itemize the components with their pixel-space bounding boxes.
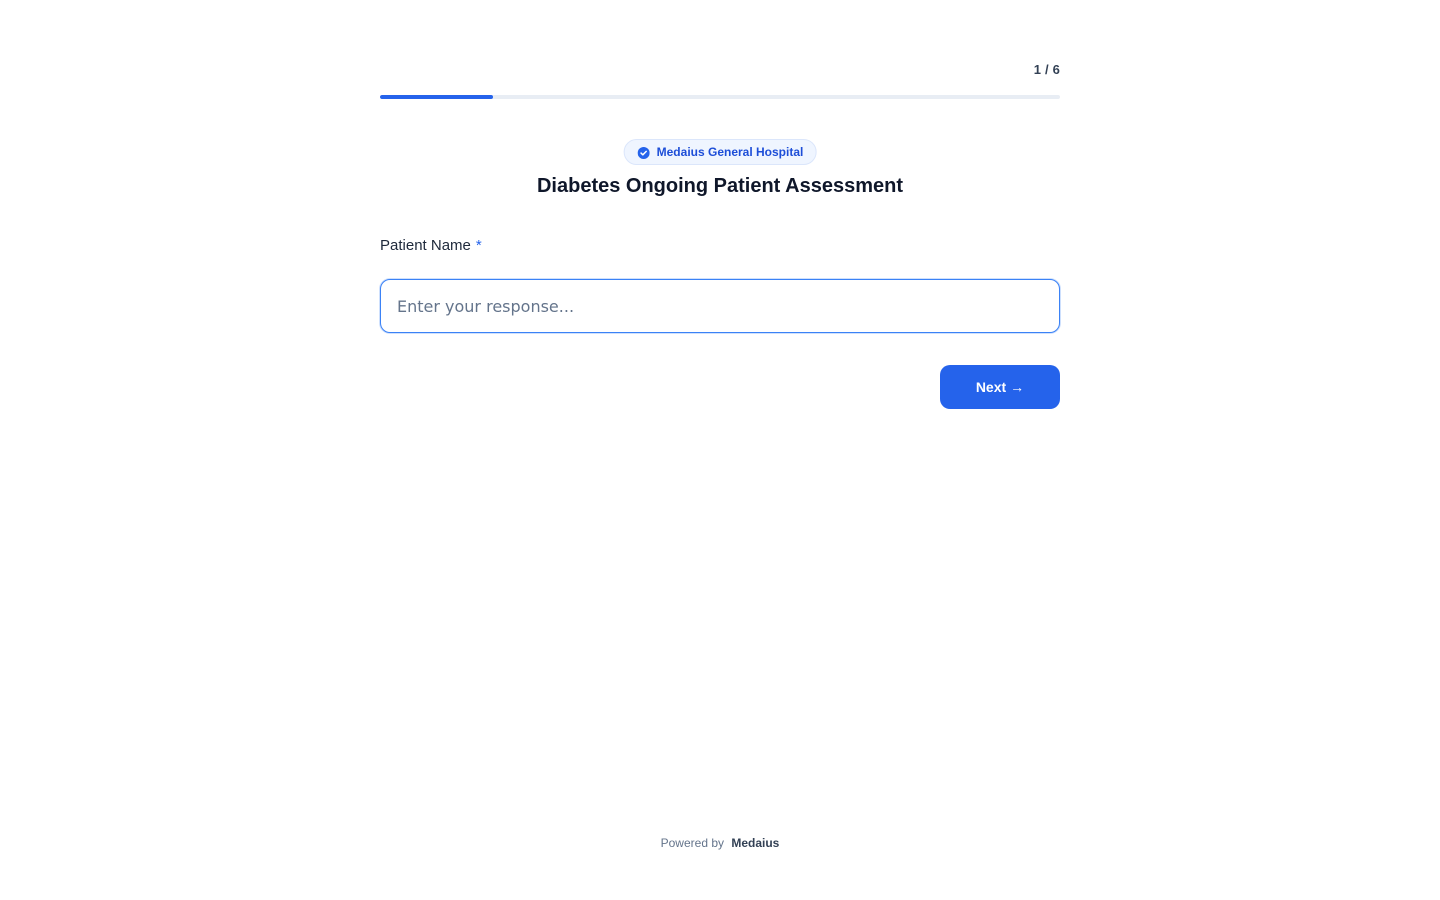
required-indicator: *: [475, 237, 482, 254]
arrow-right-icon: →: [1010, 379, 1025, 395]
patient-name-label: Patient Name *: [380, 237, 482, 254]
powered-by-text: Powered by: [660, 836, 724, 850]
check-circle-icon: [637, 146, 650, 159]
next-button-label: Next: [975, 379, 1007, 395]
page-title: Diabetes Ongoing Patient Assessment: [536, 175, 903, 197]
step-counter: 1 / 6: [1033, 62, 1060, 77]
patient-name-input[interactable]: [380, 279, 1060, 333]
progress-fill: [380, 95, 494, 99]
organization-badge: Medaius General Hospital: [623, 139, 817, 165]
footer-brand: Medaius: [731, 836, 780, 850]
next-button[interactable]: Next →: [940, 365, 1060, 409]
assessment-page: 1 / 6 Medaius General Hospital Diabetes …: [0, 0, 1440, 900]
progress-bar: [380, 95, 1060, 99]
organization-name: Medaius General Hospital: [656, 145, 804, 159]
footer: Powered by Medaius: [0, 836, 1440, 850]
field-label-text: Patient Name: [380, 237, 471, 254]
